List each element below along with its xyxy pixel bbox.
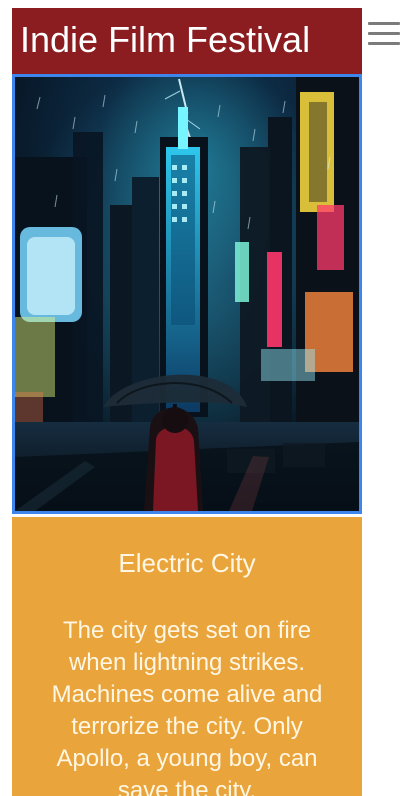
site-header: Indie Film Festival [12, 8, 362, 74]
film-description: The city gets set on fire when lightning… [51, 617, 323, 796]
hamburger-menu-icon[interactable] [368, 22, 400, 48]
film-info-panel: Electric City The city gets set on fire … [12, 517, 362, 796]
film-title: Electric City [118, 548, 256, 578]
film-poster[interactable] [12, 74, 362, 514]
site-title: Indie Film Festival [20, 19, 311, 60]
rainy-neon-city-poster [15, 77, 359, 511]
festival-page: Indie Film Festival Electric City The ci… [0, 0, 402, 796]
